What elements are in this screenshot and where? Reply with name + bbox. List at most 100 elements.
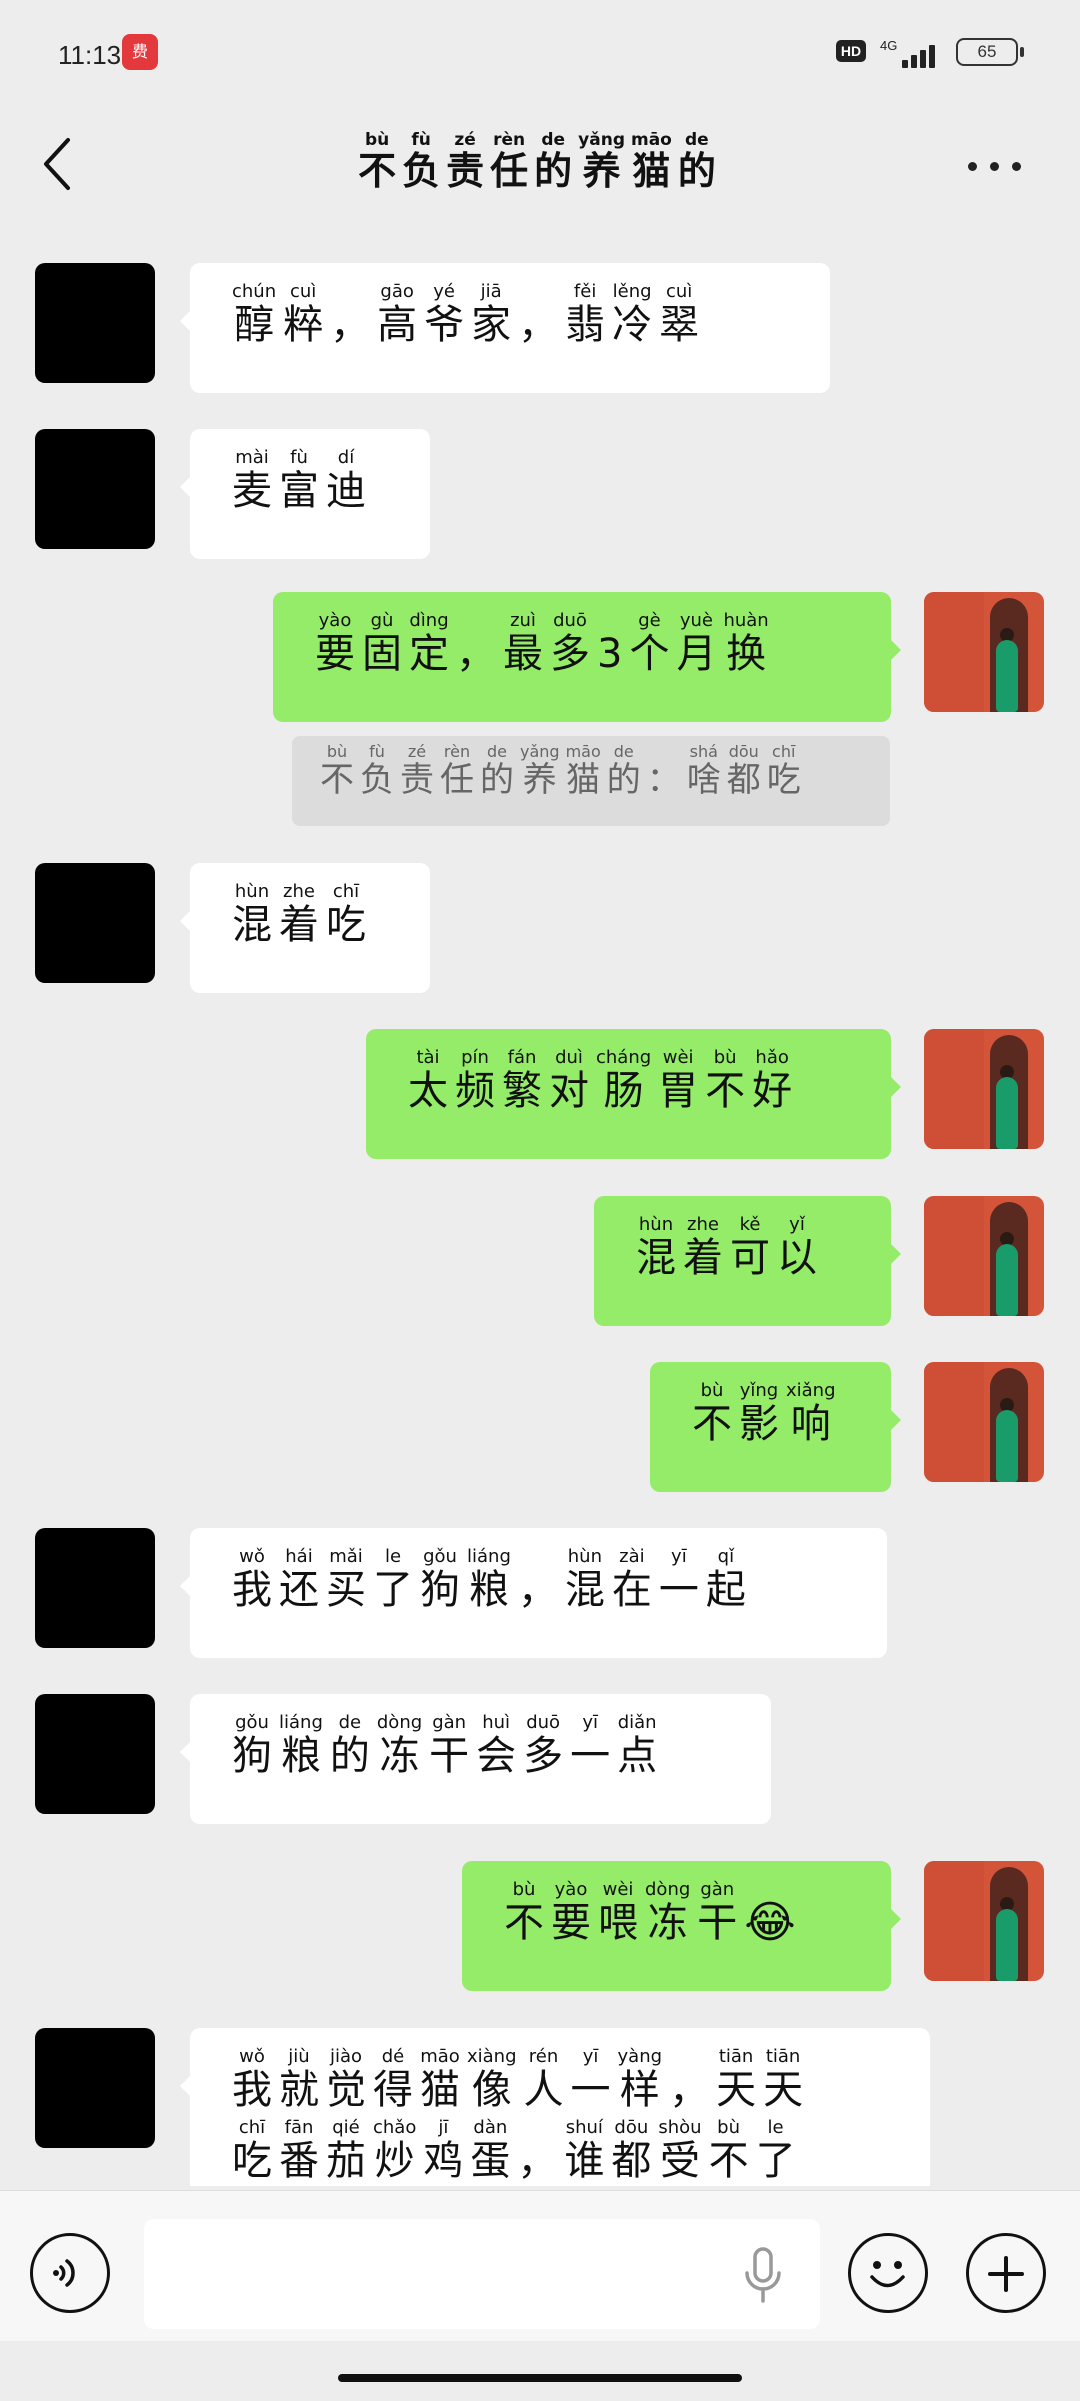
ruby-char: 样yàng — [617, 2046, 663, 2113]
ruby-char: 月yuè — [676, 610, 717, 677]
ruby-char: 干gàn — [697, 1879, 738, 1946]
contact-avatar[interactable] — [35, 1694, 155, 1814]
plus-button[interactable] — [966, 2233, 1046, 2313]
ruby-char: 番fān — [279, 2117, 319, 2184]
outgoing-bubble[interactable]: 要yào固gù定dìng， 最zuì多duō3 个gè月yuè换huàn — [273, 592, 901, 722]
my-avatar[interactable] — [924, 1196, 1044, 1316]
message-line: 太tài频pín繁fán对duì肠cháng胃wèi不bù好hǎo — [408, 1047, 865, 1116]
outgoing-bubble[interactable]: 混hùn着zhe可kě以yǐ — [594, 1196, 901, 1326]
outgoing-bubble[interactable]: 不bù影yǐng响xiǎng — [650, 1362, 901, 1492]
ruby-char: 人rén — [523, 2046, 564, 2113]
ruby-char: 吃chī — [766, 742, 801, 800]
message-line: 醇chún粹cuì， 高gāo爷yé家jiā， 翡fěi冷lěng翠cuì — [232, 281, 804, 350]
message-list[interactable]: 醇chún粹cuì， 高gāo爷yé家jiā， 翡fěi冷lěng翠cuì 麦mài富… — [0, 236, 1080, 2186]
ruby-char: 任rèn — [440, 742, 474, 800]
ruby-char: 的de — [534, 130, 573, 193]
my-avatar[interactable] — [924, 592, 1044, 712]
ruby-char: 不bù — [358, 130, 397, 193]
ruby-char: 吃chī — [232, 2117, 272, 2184]
ruby-char: 响xiǎng — [786, 1380, 836, 1447]
my-avatar[interactable] — [924, 1362, 1044, 1482]
ruby-char: 猫māo — [420, 2046, 460, 2113]
ruby-char: 狗gǒu — [420, 1546, 460, 1613]
ruby-char: 多duō — [550, 610, 590, 677]
ruby-char: 起qǐ — [705, 1546, 746, 1613]
ruby-char: 胃wèi — [658, 1047, 699, 1114]
ruby-char: 着zhe — [279, 881, 319, 948]
contact-avatar[interactable] — [35, 1528, 155, 1648]
ruby-char: 繁fán — [502, 1047, 542, 1114]
ruby-char: 责zé — [446, 130, 485, 193]
emoji-button[interactable] — [848, 2233, 928, 2313]
incoming-bubble[interactable]: 混hùn着zhe吃chī — [180, 863, 430, 993]
contact-avatar[interactable] — [35, 429, 155, 549]
ruby-char: 可kě — [730, 1214, 770, 1281]
ruby-char: 粮liáng — [467, 1546, 511, 1613]
ruby-char: 粹cuì — [283, 281, 324, 348]
status-time: 11:13 — [58, 40, 122, 70]
ruby-char: 的de — [329, 1712, 370, 1779]
ruby-char: 在zài — [611, 1546, 652, 1613]
ruby-char: 富fù — [279, 447, 319, 514]
incoming-bubble[interactable]: 麦mài富fù迪dí — [180, 429, 430, 559]
ruby-char: 鸡jī — [423, 2117, 464, 2184]
message-line: 不bù影yǐng响xiǎng — [692, 1380, 865, 1449]
message-line: 麦mài富fù迪dí — [232, 447, 404, 516]
smiley-icon — [870, 2261, 905, 2288]
ruby-char: 家jiā — [471, 281, 512, 348]
ruby-char: 不bù — [320, 742, 354, 800]
ruby-char: 责zé — [400, 742, 434, 800]
ruby-char: 要yào — [551, 1879, 591, 1946]
laughing-crying-emoji-icon: 😂 — [744, 1897, 796, 1948]
ruby-char: 都dōu — [611, 2117, 652, 2184]
message-line: 混hùn着zhe吃chī — [232, 881, 404, 950]
incoming-bubble[interactable]: 我wǒ还hái买mǎi了le狗gǒu粮liáng， 混hùn在zài一yī起qǐ — [180, 1528, 887, 1658]
more-dots-icon — [968, 162, 977, 171]
ruby-char: ， — [456, 631, 496, 677]
message-line: 狗gǒu粮liáng的de冻dòng干gàn会huì多duō一yī点diǎn — [232, 1712, 745, 1781]
ruby-char: 好hǎo — [752, 1047, 793, 1114]
message-input[interactable] — [144, 2219, 820, 2329]
ruby-char: ， — [518, 302, 559, 348]
ruby-char: 多duō — [523, 1712, 564, 1779]
message-line: 要yào固gù定dìng， 最zuì多duō3 个gè月yuè换huàn — [315, 610, 865, 679]
ruby-char: 固gù — [362, 610, 402, 677]
outgoing-bubble[interactable]: 不bù要yào喂wèi冻dòng干gàn😂 — [462, 1861, 901, 1991]
ruby-char: 最zuì — [503, 610, 543, 677]
ruby-char: 负fù — [360, 742, 394, 800]
incoming-bubble[interactable]: 我wǒ就jiù觉jiào得dé猫māo像xiàng人rén一yī样yàng， 天t… — [180, 2028, 930, 2186]
contact-avatar[interactable] — [35, 2028, 155, 2148]
voice-icon — [53, 2259, 75, 2287]
incoming-bubble[interactable]: 狗gǒu粮liáng的de冻dòng干gàn会huì多duō一yī点diǎn — [180, 1694, 771, 1824]
microphone-icon[interactable] — [738, 2245, 788, 2305]
ruby-char: 混hùn — [564, 1546, 605, 1613]
ruby-char: 冻dòng — [645, 1879, 691, 1946]
ruby-char: 受shòu — [658, 2117, 702, 2184]
signal-icon — [902, 42, 942, 68]
my-avatar[interactable] — [924, 1029, 1044, 1149]
contact-avatar[interactable] — [35, 863, 155, 983]
ruby-char: 着zhe — [683, 1214, 723, 1281]
ruby-char: 迪dí — [326, 447, 366, 514]
ruby-char: 定dìng — [409, 610, 449, 677]
home-indicator[interactable] — [338, 2374, 742, 2382]
outgoing-bubble[interactable]: 太tài频pín繁fán对duì肠cháng胃wèi不bù好hǎo — [366, 1029, 901, 1159]
ruby-char: 要yào — [315, 610, 355, 677]
message-line: 我wǒ还hái买mǎi了le狗gǒu粮liáng， 混hùn在zài一yī起qǐ — [232, 1546, 861, 1615]
ruby-char: 狗gǒu — [232, 1712, 272, 1779]
ruby-char: 我wǒ — [232, 1546, 272, 1613]
ruby-char: 养yǎng — [578, 130, 625, 193]
ruby-char: 得dé — [373, 2046, 413, 2113]
incoming-bubble[interactable]: 醇chún粹cuì， 高gāo爷yé家jiā， 翡fěi冷lěng翠cuì — [180, 263, 830, 393]
ruby-char: 就jiù — [279, 2046, 319, 2113]
contact-avatar[interactable] — [35, 263, 155, 383]
network-type: 4G — [880, 38, 898, 53]
ruby-char: 高gāo — [377, 281, 418, 348]
ruby-char: 冻dòng — [376, 1712, 423, 1779]
more-button[interactable] — [960, 150, 1030, 180]
voice-button[interactable] — [30, 2233, 110, 2313]
hd-badge: HD — [836, 40, 866, 62]
ruby-char: 养yǎng — [520, 742, 560, 800]
ruby-char: 负fù — [402, 130, 441, 193]
my-avatar[interactable] — [924, 1861, 1044, 1981]
